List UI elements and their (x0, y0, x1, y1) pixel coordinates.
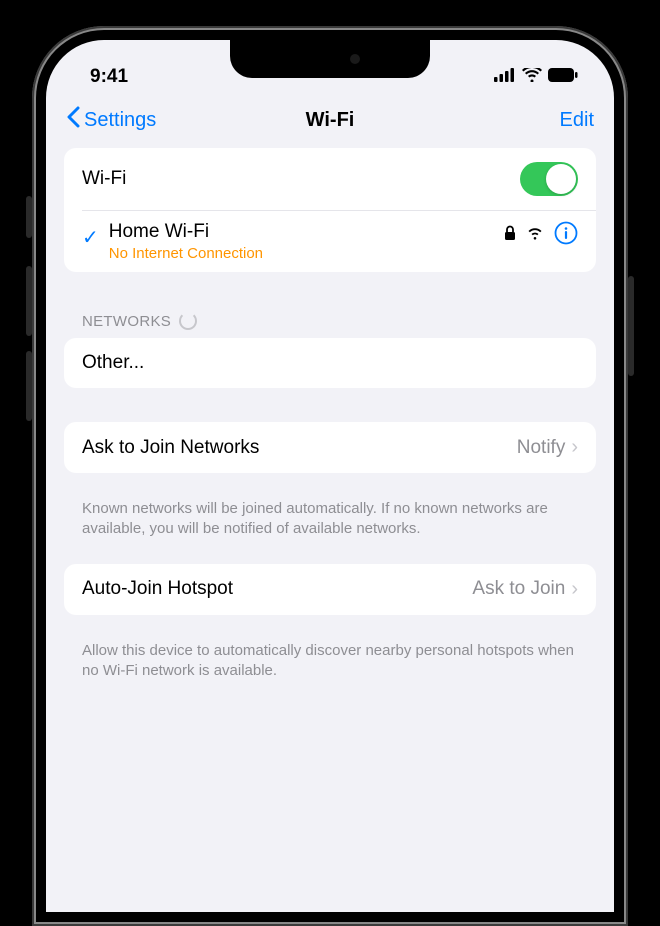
network-name: Home Wi-Fi (109, 221, 504, 243)
ask-to-join-row[interactable]: Ask to Join Networks Notify › (64, 422, 596, 473)
auto-join-footer: Allow this device to automatically disco… (64, 633, 596, 706)
network-status: No Internet Connection (109, 245, 504, 262)
wifi-signal-icon (526, 226, 544, 245)
networks-group: Other... (64, 338, 596, 388)
cellular-icon (494, 66, 516, 88)
back-button[interactable]: Settings (66, 106, 156, 134)
ask-to-join-value: Notify (517, 437, 566, 459)
info-icon[interactable] (554, 221, 578, 250)
other-label: Other... (82, 352, 578, 374)
edit-button[interactable]: Edit (560, 109, 594, 132)
wifi-toggle-row: Wi-Fi (64, 148, 596, 210)
page-title: Wi-Fi (306, 109, 355, 132)
auto-join-hotspot-group: Auto-Join Hotspot Ask to Join › (64, 564, 596, 615)
battery-icon (548, 66, 578, 88)
wifi-toggle[interactable] (520, 162, 578, 196)
ask-to-join-group: Ask to Join Networks Notify › (64, 422, 596, 473)
status-time: 9:41 (90, 66, 128, 88)
other-network-row[interactable]: Other... (64, 338, 596, 388)
auto-join-value: Ask to Join (472, 578, 565, 600)
lock-icon (504, 225, 516, 246)
chevron-right-icon: › (571, 436, 578, 459)
wifi-main-group: Wi-Fi ✓ Home Wi-Fi No Internet Connectio… (64, 148, 596, 272)
auto-join-label: Auto-Join Hotspot (82, 578, 472, 600)
auto-join-hotspot-row[interactable]: Auto-Join Hotspot Ask to Join › (64, 564, 596, 615)
networks-header-label: NETWORKS (82, 313, 171, 330)
back-label: Settings (84, 109, 156, 132)
wifi-icon (522, 66, 542, 88)
connected-network-row[interactable]: ✓ Home Wi-Fi No Internet Connection (82, 210, 596, 272)
ask-to-join-label: Ask to Join Networks (82, 437, 517, 459)
networks-header: NETWORKS (64, 290, 596, 338)
loading-spinner-icon (179, 312, 197, 330)
nav-bar: Settings Wi-Fi Edit (46, 96, 614, 148)
ask-to-join-footer: Known networks will be joined automatica… (64, 491, 596, 564)
chevron-right-icon: › (571, 578, 578, 601)
wifi-toggle-label: Wi-Fi (82, 168, 520, 190)
checkmark-icon: ✓ (82, 225, 99, 250)
chevron-left-icon (66, 106, 80, 134)
